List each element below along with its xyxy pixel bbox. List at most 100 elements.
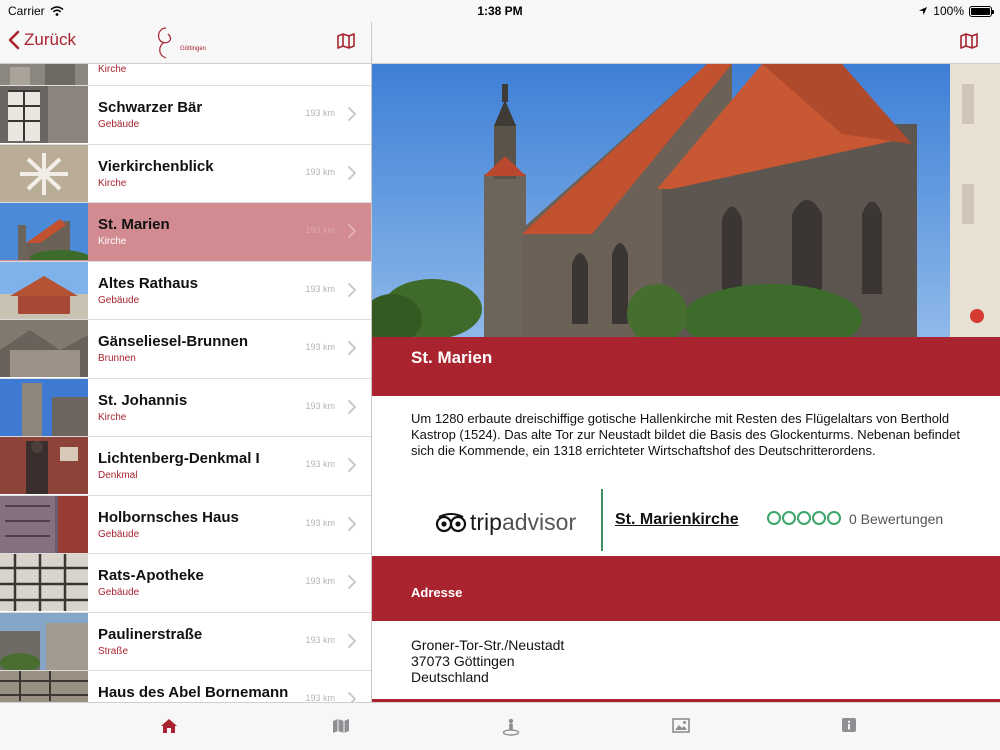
chevron-right-icon <box>348 575 356 594</box>
thumbnail <box>0 495 88 553</box>
info-icon <box>842 718 856 732</box>
map-icon <box>333 719 349 733</box>
detail-title: St. Marien <box>372 337 1000 396</box>
address-header: Adresse <box>372 556 1000 621</box>
thumbnail <box>0 144 88 202</box>
list-item[interactable]: Paulinerstraße Straße 193 km <box>0 612 371 671</box>
ta-divider <box>601 489 603 551</box>
list-item[interactable]: Schwarzer Bär Gebäude 193 km <box>0 86 371 145</box>
chevron-right-icon <box>348 458 356 477</box>
owl-icon <box>435 512 467 532</box>
hero-image-church <box>372 64 1000 337</box>
home-icon <box>161 719 177 733</box>
list-item-category: Kirche <box>98 64 127 75</box>
tab-map[interactable] <box>332 718 350 739</box>
tripadvisor-logo[interactable]: tripadvisor <box>435 509 576 536</box>
tab-home[interactable] <box>160 718 178 739</box>
thumbnail <box>0 64 88 85</box>
review-count: 0 Bewertungen <box>849 511 944 527</box>
list-item-title: Holbornsches Haus <box>98 508 239 526</box>
list-item-category: Kirche <box>98 411 127 423</box>
rating-bubble <box>827 511 841 525</box>
list-item-category: Kirche <box>98 236 127 247</box>
list-item[interactable]: Lichtenberg-Denkmal I Denkmal 193 km <box>0 437 371 496</box>
rating-bubble <box>782 511 796 525</box>
list-item[interactable]: Vierkirchenblick Kirche 193 km <box>0 144 371 203</box>
tab-info[interactable] <box>842 718 856 737</box>
list-item-category: Straße <box>98 645 129 657</box>
list-item[interactable]: St. Marien Kirche 193 km <box>0 203 371 262</box>
address-line: Deutschland <box>411 669 489 685</box>
chevron-right-icon <box>348 692 356 702</box>
list-item[interactable]: St. Johannis Kirche 193 km <box>0 378 371 437</box>
list-item-distance: 193 km <box>305 108 335 118</box>
image-icon <box>672 718 690 733</box>
list-item-distance: 193 km <box>305 283 335 294</box>
thumbnail <box>0 261 88 319</box>
address-line: 37073 Göttingen <box>411 653 515 669</box>
thumbnail <box>0 437 88 494</box>
right-nav-bar <box>372 22 1000 64</box>
tripadvisor-link[interactable]: St. Marienkirche <box>615 511 739 529</box>
rating-bubble <box>767 511 781 525</box>
list-item-category: Gebäude <box>98 587 140 598</box>
list-item[interactable]: Rats-Apotheke Gebäude 193 km <box>0 554 371 613</box>
location-arrow-icon <box>919 7 928 15</box>
list-item-category: Gebäude <box>98 294 140 306</box>
rating-bubble <box>812 511 826 525</box>
list-item-title: Rats-Apotheke <box>98 567 204 584</box>
list-item-distance: 193 km <box>305 693 335 702</box>
ta-brand-trip: trip <box>470 509 502 535</box>
chevron-right-icon <box>348 341 356 360</box>
list-item-distance: 193 km <box>305 459 335 469</box>
chevron-left-icon <box>8 30 20 50</box>
tab-nearby[interactable] <box>502 718 520 741</box>
app-screen: Zurück Göttingen Kirche Schwarzer Bär Geb… <box>0 0 1000 750</box>
tab-gallery[interactable] <box>672 718 690 738</box>
list-item-distance: 193 km <box>305 400 335 411</box>
goettingen-logo: Göttingen <box>152 25 222 61</box>
list-item-title: Paulinerstraße <box>98 625 203 643</box>
person-location-icon <box>502 718 520 736</box>
list-item[interactable]: Haus des Abel Bornemann 193 km <box>0 671 371 702</box>
list-item-title: St. Johannis <box>98 391 188 409</box>
list-item-distance: 193 km <box>305 342 335 352</box>
thumbnail <box>0 378 88 436</box>
map-button-right[interactable] <box>960 33 978 54</box>
list-item-category: Kirche <box>98 177 127 189</box>
ta-brand-advisor: advisor <box>501 509 577 535</box>
thumbnail <box>0 554 88 611</box>
thumbnail <box>0 86 88 143</box>
left-nav-bar: Zurück Göttingen <box>0 22 371 64</box>
map-icon <box>337 33 355 49</box>
chevron-right-icon <box>348 282 356 302</box>
address-block: Groner-Tor-Str./Neustadt 37073 Göttingen… <box>411 637 564 685</box>
address-line: Groner-Tor-Str./Neustadt <box>411 637 565 653</box>
detail-description: Um 1280 erbaute dreischiffige gotische H… <box>411 411 960 458</box>
chevron-right-icon <box>348 633 356 653</box>
list-item-distance: 193 km <box>305 576 335 586</box>
list-item-category: Brunnen <box>98 353 136 364</box>
list-item-category: Denkmal <box>98 470 138 481</box>
thumbnail <box>0 203 88 260</box>
chevron-right-icon <box>348 107 356 126</box>
map-button-left[interactable] <box>337 33 355 54</box>
back-label: Zurück <box>24 30 76 49</box>
tripadvisor-widget: tripadvisor St. Marienkirche 0 Bewertung… <box>372 489 1000 551</box>
list-item-title: Altes Rathaus <box>98 274 199 292</box>
rating-bubbles <box>767 511 841 525</box>
list-item-distance: 193 km <box>305 634 335 645</box>
back-button[interactable]: Zurück <box>8 30 76 50</box>
list-item[interactable]: Gänseliesel-Brunnen Brunnen 193 km <box>0 320 371 379</box>
clock: 1:38 PM <box>477 4 523 18</box>
master-pane: Zurück Göttingen Kirche Schwarzer Bär Geb… <box>0 0 372 702</box>
map-icon <box>960 33 978 49</box>
thumbnail <box>0 671 88 702</box>
chevron-right-icon <box>348 224 356 243</box>
logo-text: Göttingen <box>180 46 207 52</box>
list-item[interactable]: Holbornsches Haus Gebäude 193 km <box>0 495 371 554</box>
list-item-title: St. Marien <box>98 216 170 233</box>
poi-list: Kirche Schwarzer Bär Gebäude 193 km Vierkir… <box>0 64 371 702</box>
list-item[interactable]: Kirche <box>0 64 371 86</box>
list-item[interactable]: Altes Rathaus Gebäude 193 km <box>0 261 371 320</box>
